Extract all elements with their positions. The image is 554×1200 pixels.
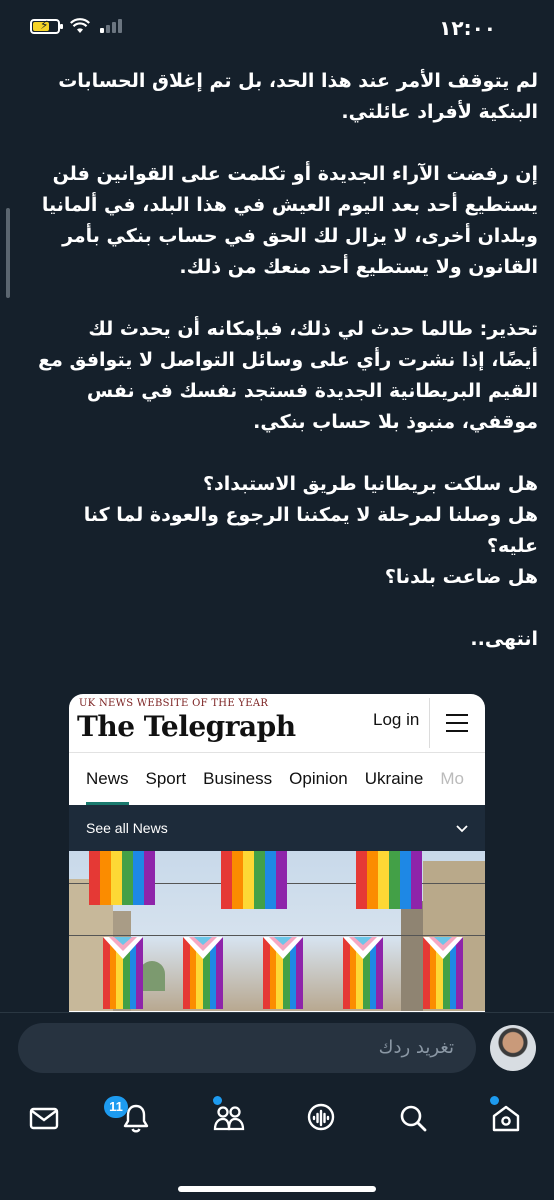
- battery-icon: ⚡: [30, 18, 63, 34]
- telegraph-logo: The Telegraph: [77, 710, 296, 743]
- status-bar: ⚡ ١٢:٠٠: [0, 0, 554, 60]
- reply-bar: تغريد ردك: [0, 1012, 554, 1083]
- hamburger-menu-icon: [446, 714, 468, 738]
- chevron-down-icon: [456, 820, 468, 836]
- bottom-nav: 11: [0, 1082, 554, 1200]
- pride-flags-photo: [69, 851, 485, 1011]
- tweet-paragraph: انتهى..: [470, 628, 538, 650]
- home-dot: [490, 1096, 499, 1105]
- tweet-paragraph: إن رفضت الآراء الجديدة أو تكلمت على القو…: [41, 163, 538, 278]
- telegraph-nav: News Sport Business Opinion Ukraine Mo: [69, 753, 485, 805]
- reply-placeholder: تغريد ردك: [378, 1037, 454, 1058]
- see-all-news-label: See all News: [86, 820, 168, 836]
- clock: ١٢:٠٠: [439, 16, 496, 40]
- divider: [429, 698, 430, 748]
- signal-icon: [100, 19, 122, 33]
- login-link: Log in: [373, 710, 420, 729]
- home-indicator[interactable]: [178, 1186, 376, 1192]
- reply-input[interactable]: تغريد ردك: [18, 1023, 476, 1073]
- nav-opinion: Opinion: [289, 769, 348, 788]
- home-icon[interactable]: [490, 1102, 522, 1134]
- nav-news: News: [86, 769, 129, 805]
- tweet-text: لم يتوقف الأمر عند هذا الحد، بل تم إغلاق…: [36, 66, 538, 655]
- status-icons: ⚡: [30, 18, 122, 34]
- nav-ukraine: Ukraine: [364, 769, 424, 788]
- mail-icon[interactable]: [28, 1102, 60, 1134]
- see-all-news-bar: See all News: [69, 805, 485, 851]
- wifi-icon: [70, 18, 90, 34]
- tweet-paragraph: هل سلكت بريطانيا طريق الاستبداد؟ هل وصلن…: [83, 473, 538, 588]
- scroll-indicator[interactable]: [6, 208, 10, 298]
- spaces-icon[interactable]: [305, 1102, 337, 1134]
- tweet-media-image[interactable]: UK NEWS WEBSITE OF THE YEAR The Telegrap…: [69, 694, 485, 1012]
- nav-more: Mo: [440, 769, 464, 788]
- search-icon[interactable]: [397, 1102, 429, 1134]
- tweet-paragraph: لم يتوقف الأمر عند هذا الحد، بل تم إغلاق…: [58, 70, 538, 123]
- telegraph-header: UK NEWS WEBSITE OF THE YEAR The Telegrap…: [69, 694, 485, 753]
- avatar[interactable]: [490, 1025, 536, 1071]
- notifications-badge: 11: [104, 1096, 128, 1118]
- communities-icon[interactable]: [212, 1102, 245, 1134]
- nav-sport: Sport: [145, 769, 187, 788]
- nav-business: Business: [203, 769, 273, 788]
- telegraph-tagline: UK NEWS WEBSITE OF THE YEAR: [79, 698, 269, 709]
- tweet-paragraph: تحذير: طالما حدث لي ذلك، فبإمكانه أن يحد…: [38, 318, 538, 433]
- communities-dot: [213, 1096, 222, 1105]
